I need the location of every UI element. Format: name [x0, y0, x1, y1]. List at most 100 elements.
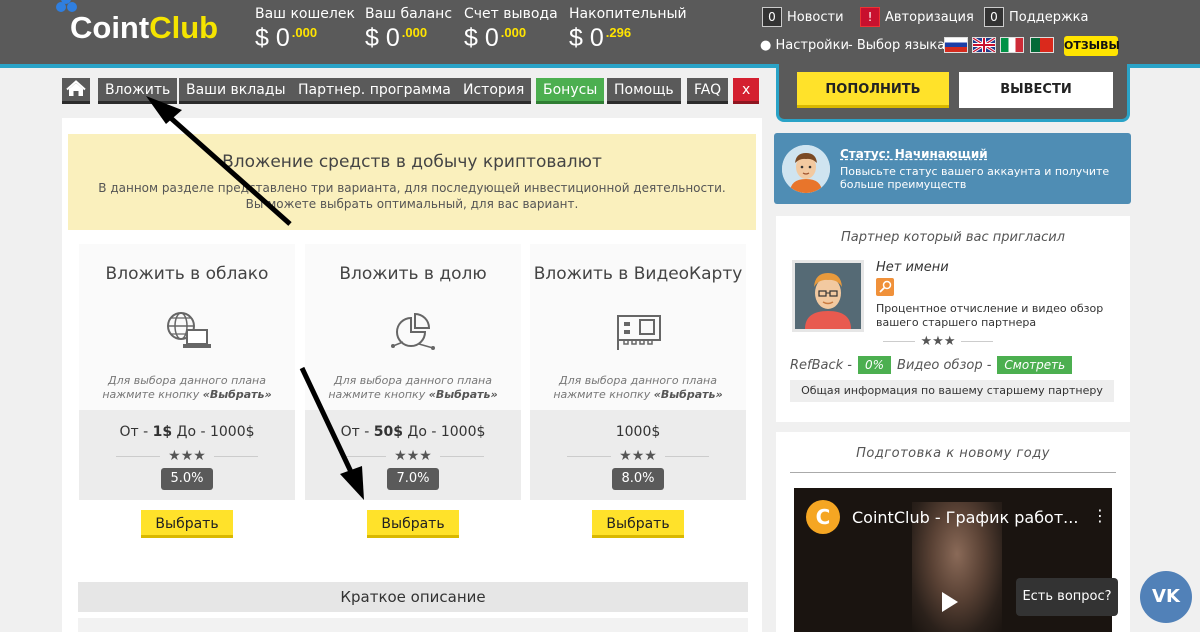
stat-value: $ 0.296: [569, 24, 687, 53]
select-plan-button[interactable]: Выбрать: [141, 510, 233, 538]
card-terms: 1000$ ★★★ 8.0%: [530, 410, 746, 500]
partner-info-button[interactable]: Общая информация по вашему старшему парт…: [790, 380, 1114, 402]
refback-label: RefBack -: [790, 357, 852, 373]
card-percent-badge: 5.0%: [161, 468, 213, 490]
video-divider: [790, 472, 1116, 473]
stat-int: 0: [385, 24, 400, 52]
video-caption[interactable]: CointClub - График работ...: [852, 508, 1078, 527]
stat-value: $ 0.000: [464, 24, 558, 53]
card-range: От - 1$ До - 1000$: [119, 424, 255, 440]
auth-link[interactable]: ! Авторизация: [860, 7, 974, 27]
home-icon: [66, 80, 86, 96]
card-percent-badge: 8.0%: [612, 468, 664, 490]
select-plan-button[interactable]: Выбрать: [592, 510, 684, 538]
settings-label: Настройки: [775, 38, 849, 53]
card-hint: Для выбора данного плана нажмите кнопку …: [553, 374, 723, 401]
deposit-button[interactable]: ПОПОЛНИТЬ: [797, 72, 949, 108]
stat-label: Ваш баланс: [365, 6, 453, 22]
support-link[interactable]: 0 Поддержка: [984, 7, 1089, 27]
withdraw-button[interactable]: ВЫВЕСТИ: [959, 72, 1113, 108]
partner-title: Партнер который вас пригласил: [841, 230, 1065, 245]
video-menu-icon[interactable]: ⋮: [1092, 506, 1108, 525]
stat-label: Ваш кошелек: [255, 6, 355, 22]
card-title: Вложить в ВидеоКарту: [533, 264, 743, 284]
stat-value: $ 0.000: [365, 24, 452, 53]
card-rating: ★★★: [530, 448, 746, 464]
card-head: Вложить в облако Для выбора данного план…: [79, 244, 295, 410]
stat-balance: Ваш баланс $ 0.000: [365, 6, 452, 53]
stat-withdraw-account: Счет вывода $ 0.000: [464, 6, 558, 53]
stat-frac: .000: [500, 24, 527, 40]
select-plan-button[interactable]: Выбрать: [367, 510, 459, 538]
tab-partner-program[interactable]: Партнер. программа: [291, 78, 458, 104]
language-select[interactable]: - Выбор языка: [848, 38, 945, 53]
news-link[interactable]: 0 Новости: [762, 7, 844, 27]
tab-faq[interactable]: FAQ: [687, 78, 729, 104]
refback-value: 0%: [858, 356, 892, 374]
stat-int: 0: [589, 24, 604, 52]
stat-currency: $: [255, 24, 269, 52]
stat-frac: .296: [605, 24, 632, 40]
stat-currency: $: [569, 24, 583, 52]
news-label: Новости: [787, 9, 844, 25]
stat-currency: $: [464, 24, 478, 52]
refback-row: RefBack - 0% Видео обзор - Смотреть: [790, 356, 1078, 374]
status-text: Повысьте статус вашего аккаунта и получи…: [840, 165, 1110, 191]
partner-box: Партнер который вас пригласил Нет имени …: [776, 216, 1130, 422]
logo-part1: Coint: [70, 10, 150, 45]
card-hint: Для выбора данного плана нажмите кнопку …: [102, 374, 272, 401]
vk-chat-button[interactable]: VK: [1140, 571, 1192, 623]
info-banner: Вложение средств в добычу криптовалют В …: [68, 134, 756, 230]
card-range: 1000$: [615, 424, 661, 440]
status-title[interactable]: Статус: Начинающий: [840, 147, 988, 161]
logo[interactable]: CointClub: [56, 0, 236, 64]
card-title: Вложить в долю: [339, 264, 487, 284]
reviews-button[interactable]: ОТЗЫВЫ: [1064, 36, 1120, 56]
video-review-label: Видео обзор -: [897, 357, 992, 373]
tab-my-deposits[interactable]: Ваши вклады: [179, 78, 293, 104]
plan-card-videocard: Вложить в ВидеоКарту Для выбора данного …: [530, 244, 746, 550]
card-title: Вложить в облако: [105, 264, 269, 284]
tab-bonuses[interactable]: Бонусы: [536, 78, 605, 104]
chat-question-bubble[interactable]: Есть вопрос?: [1016, 578, 1118, 616]
card-range: От - 50$ До - 1000$: [340, 424, 486, 440]
tab-close-button[interactable]: x: [733, 78, 760, 104]
card-head: Вложить в долю Для выбора данного плана …: [305, 244, 521, 410]
stat-value: $ 0.000: [255, 24, 355, 53]
short-description-header[interactable]: Краткое описание: [78, 582, 748, 612]
language-label: - Выбор языка: [848, 38, 946, 53]
flag-it-icon[interactable]: [1000, 37, 1024, 53]
info-title: Вложение средств в добычу криптовалют: [222, 152, 602, 172]
stat-int: 0: [275, 24, 290, 52]
tab-history[interactable]: История: [456, 78, 532, 104]
status-avatar: [782, 145, 830, 193]
info-text: В данном разделе представлено три вариан…: [98, 181, 726, 211]
partner-name: Нет имени: [876, 260, 949, 275]
stat-int: 0: [484, 24, 499, 52]
tab-invest[interactable]: Вложить: [98, 78, 178, 104]
support-label: Поддержка: [1009, 9, 1089, 25]
short-description-body: [78, 618, 748, 632]
settings-link[interactable]: ● Настройки: [760, 38, 849, 53]
auth-label: Авторизация: [885, 9, 974, 25]
partner-key-icon: [876, 278, 894, 296]
tab-help[interactable]: Помощь: [607, 78, 681, 104]
logo-text: CointClub: [70, 10, 218, 46]
status-box: Статус: Начинающий Повысьте статус вашег…: [774, 133, 1131, 204]
auth-alert-badge: !: [860, 7, 880, 27]
tab-home[interactable]: [62, 78, 90, 104]
pie-chart-icon: [391, 312, 435, 350]
plan-card-share: Вложить в долю Для выбора данного плана …: [305, 244, 521, 550]
flag-uk-icon[interactable]: [972, 37, 996, 53]
play-icon[interactable]: [942, 592, 958, 612]
channel-logo-icon[interactable]: C: [806, 500, 840, 534]
card-rating: ★★★: [305, 448, 521, 464]
support-count-badge: 0: [984, 7, 1004, 27]
stat-label: Счет вывода: [464, 6, 558, 22]
stat-currency: $: [365, 24, 379, 52]
flag-ru-icon[interactable]: [944, 37, 968, 53]
cloud-computer-icon: [167, 312, 211, 348]
watch-review-button[interactable]: Смотреть: [997, 356, 1073, 374]
flag-pt-icon[interactable]: [1030, 37, 1054, 53]
partner-avatar: [792, 260, 864, 332]
